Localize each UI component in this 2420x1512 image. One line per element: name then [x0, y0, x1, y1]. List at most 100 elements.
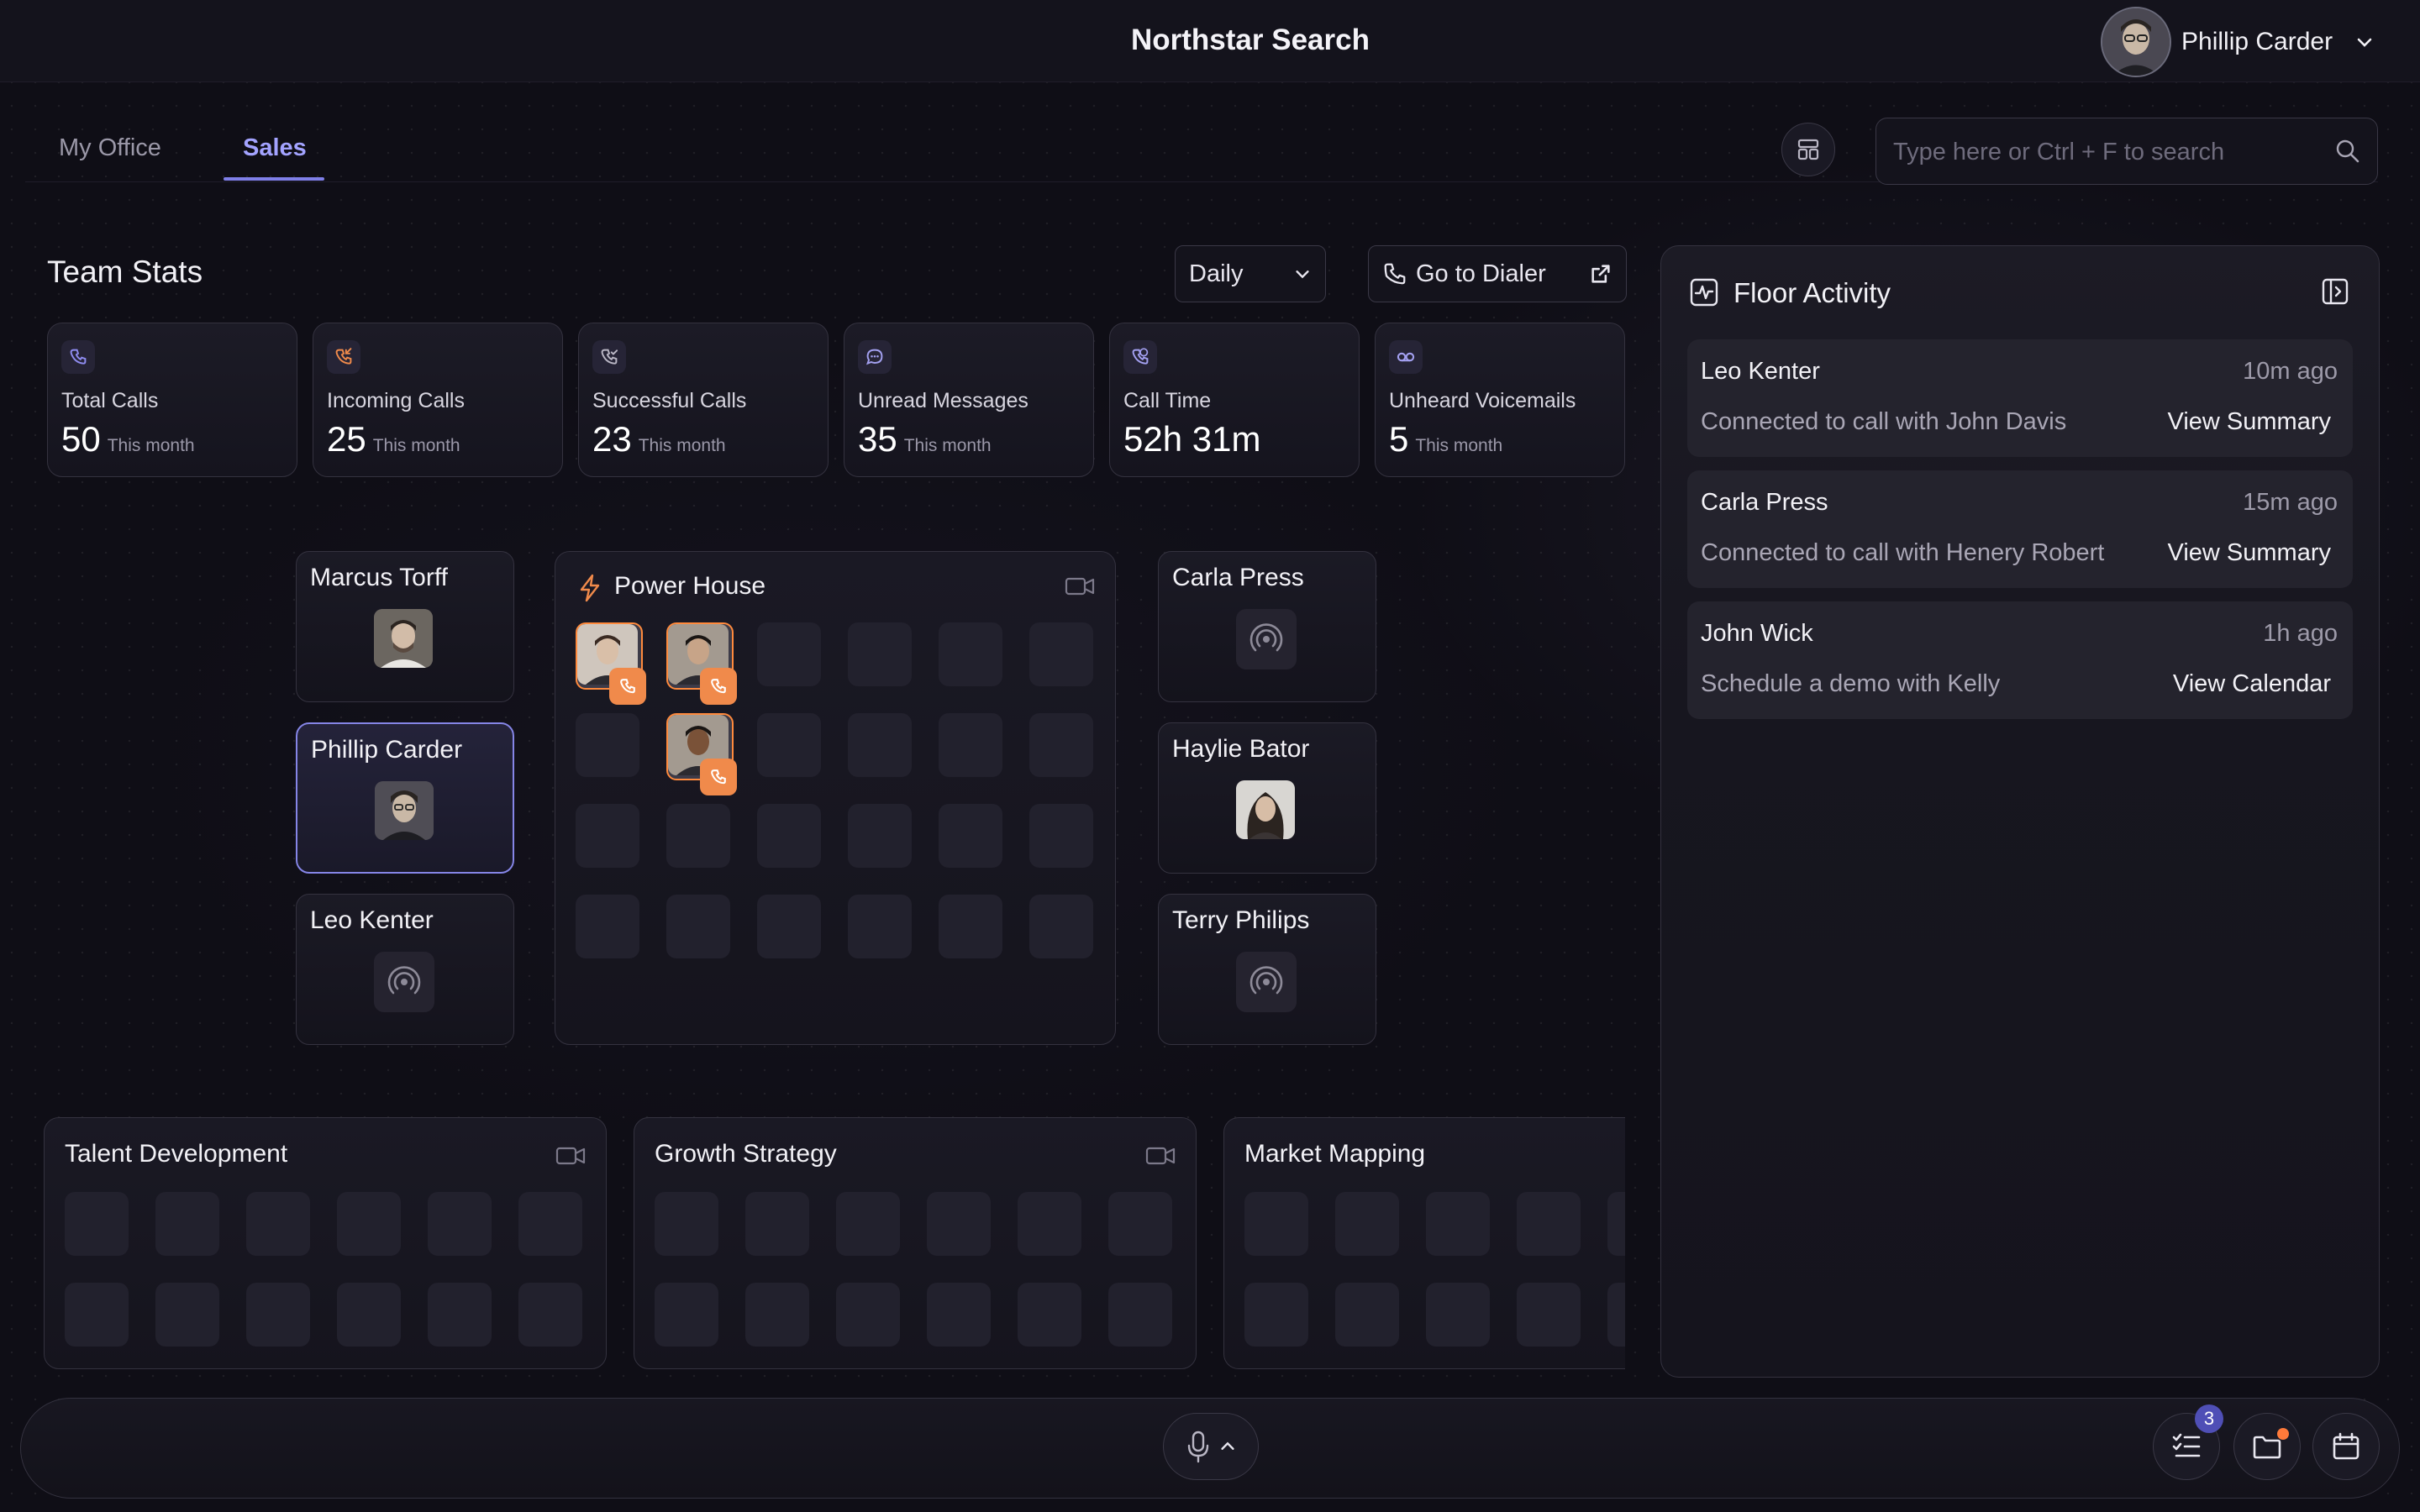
- empty-seat[interactable]: [848, 622, 912, 686]
- empty-seat[interactable]: [337, 1192, 401, 1256]
- empty-seat[interactable]: [836, 1283, 900, 1347]
- empty-seat[interactable]: [65, 1192, 129, 1256]
- empty-seat[interactable]: [246, 1283, 310, 1347]
- user-menu[interactable]: Phillip Carder: [2101, 7, 2420, 77]
- empty-seat[interactable]: [1029, 804, 1093, 868]
- empty-seat[interactable]: [65, 1283, 129, 1347]
- empty-seat[interactable]: [1517, 1192, 1581, 1256]
- layout-toggle-button[interactable]: [1781, 123, 1835, 176]
- view-summary-link[interactable]: View Summary: [2168, 408, 2331, 436]
- empty-seat[interactable]: [1108, 1283, 1172, 1347]
- room-power-house[interactable]: Power House: [555, 551, 1116, 1045]
- empty-seat[interactable]: [1244, 1283, 1308, 1347]
- empty-seat[interactable]: [1426, 1283, 1490, 1347]
- empty-seat[interactable]: [757, 804, 821, 868]
- phone-check-icon: [592, 340, 626, 374]
- empty-seat[interactable]: [655, 1192, 718, 1256]
- empty-seat[interactable]: [745, 1283, 809, 1347]
- activity-item: Carla Press 15m ago Connected to call wi…: [1687, 470, 2353, 588]
- stat-number: 52h 31m: [1123, 419, 1261, 459]
- period-select[interactable]: Daily: [1175, 245, 1326, 302]
- empty-seat[interactable]: [757, 713, 821, 777]
- calendar-button[interactable]: [2312, 1413, 2380, 1480]
- user-name: Phillip Carder: [2181, 28, 2333, 55]
- stat-card-unread-messages[interactable]: Unread Messages 35 This month: [844, 323, 1094, 477]
- stat-number: 25: [327, 419, 366, 459]
- empty-seat[interactable]: [576, 895, 639, 958]
- empty-seat[interactable]: [1018, 1192, 1081, 1256]
- stat-card-call-time[interactable]: Call Time 52h 31m: [1109, 323, 1360, 477]
- empty-seat[interactable]: [757, 895, 821, 958]
- empty-seat[interactable]: [666, 895, 730, 958]
- microphone-button[interactable]: [1163, 1413, 1259, 1480]
- empty-seat[interactable]: [337, 1283, 401, 1347]
- empty-seat[interactable]: [927, 1283, 991, 1347]
- tab-my-office[interactable]: My Office: [59, 134, 161, 162]
- empty-seat[interactable]: [155, 1283, 219, 1347]
- empty-seat[interactable]: [428, 1283, 492, 1347]
- empty-seat[interactable]: [655, 1283, 718, 1347]
- empty-seat[interactable]: [1426, 1192, 1490, 1256]
- empty-seat[interactable]: [1607, 1192, 1625, 1256]
- empty-seat[interactable]: [518, 1192, 582, 1256]
- view-calendar-link[interactable]: View Calendar: [2173, 670, 2331, 698]
- empty-seat[interactable]: [1517, 1283, 1581, 1347]
- tab-sales[interactable]: Sales: [243, 134, 307, 162]
- collapse-panel-icon[interactable]: [2321, 277, 2349, 306]
- stat-card-total-calls[interactable]: Total Calls 50 This month: [47, 323, 297, 477]
- empty-seat[interactable]: [246, 1192, 310, 1256]
- empty-seat[interactable]: [939, 895, 1002, 958]
- voicemail-icon: [1389, 340, 1423, 374]
- seat-occupant[interactable]: [666, 622, 737, 705]
- seat-occupant[interactable]: [576, 622, 646, 705]
- empty-seat[interactable]: [576, 804, 639, 868]
- empty-seat[interactable]: [518, 1283, 582, 1347]
- view-summary-link[interactable]: View Summary: [2168, 539, 2331, 567]
- empty-seat[interactable]: [576, 713, 639, 777]
- empty-seat[interactable]: [1029, 713, 1093, 777]
- empty-seat[interactable]: [848, 895, 912, 958]
- empty-seat[interactable]: [1029, 895, 1093, 958]
- empty-seat[interactable]: [1108, 1192, 1172, 1256]
- person-card-terry-philips[interactable]: Terry Philips: [1158, 894, 1376, 1045]
- empty-seat[interactable]: [848, 713, 912, 777]
- person-name: Leo Kenter: [310, 906, 434, 934]
- empty-seat[interactable]: [757, 622, 821, 686]
- empty-seat[interactable]: [428, 1192, 492, 1256]
- empty-seat[interactable]: [927, 1192, 991, 1256]
- empty-seat[interactable]: [1335, 1283, 1399, 1347]
- empty-seat[interactable]: [848, 804, 912, 868]
- stat-card-successful-calls[interactable]: Successful Calls 23 This month: [578, 323, 829, 477]
- empty-seat[interactable]: [836, 1192, 900, 1256]
- video-camera-icon[interactable]: [1145, 1145, 1176, 1167]
- inbox-button[interactable]: [2233, 1413, 2301, 1480]
- search-input[interactable]: [1891, 118, 2332, 186]
- empty-seat[interactable]: [745, 1192, 809, 1256]
- person-card-marcus-torff[interactable]: Marcus Torff: [296, 551, 514, 702]
- empty-seat[interactable]: [1335, 1192, 1399, 1256]
- stat-card-unheard-voicemails[interactable]: Unheard Voicemails 5 This month: [1375, 323, 1625, 477]
- empty-seat[interactable]: [1018, 1283, 1081, 1347]
- person-card-phillip-carder[interactable]: Phillip Carder: [296, 722, 514, 874]
- go-to-dialer-button[interactable]: Go to Dialer: [1368, 245, 1627, 302]
- empty-seat[interactable]: [939, 804, 1002, 868]
- video-camera-icon[interactable]: [1065, 575, 1095, 597]
- room-growth-strategy[interactable]: Growth Strategy: [634, 1117, 1197, 1369]
- empty-seat[interactable]: [1607, 1283, 1625, 1347]
- search-icon[interactable]: [2333, 137, 2362, 165]
- room-talent-development[interactable]: Talent Development: [44, 1117, 607, 1369]
- empty-seat[interactable]: [939, 713, 1002, 777]
- person-card-leo-kenter[interactable]: Leo Kenter: [296, 894, 514, 1045]
- empty-seat[interactable]: [939, 622, 1002, 686]
- empty-seat[interactable]: [155, 1192, 219, 1256]
- room-market-mapping[interactable]: Market Mapping: [1223, 1117, 1625, 1369]
- stat-card-incoming-calls[interactable]: Incoming Calls 25 This month: [313, 323, 563, 477]
- period-value: Daily: [1189, 260, 1244, 287]
- video-camera-icon[interactable]: [555, 1145, 586, 1167]
- person-card-haylie-bator[interactable]: Haylie Bator: [1158, 722, 1376, 874]
- empty-seat[interactable]: [666, 804, 730, 868]
- empty-seat[interactable]: [1244, 1192, 1308, 1256]
- empty-seat[interactable]: [1029, 622, 1093, 686]
- person-card-carla-press[interactable]: Carla Press: [1158, 551, 1376, 702]
- seat-occupant[interactable]: [666, 713, 737, 795]
